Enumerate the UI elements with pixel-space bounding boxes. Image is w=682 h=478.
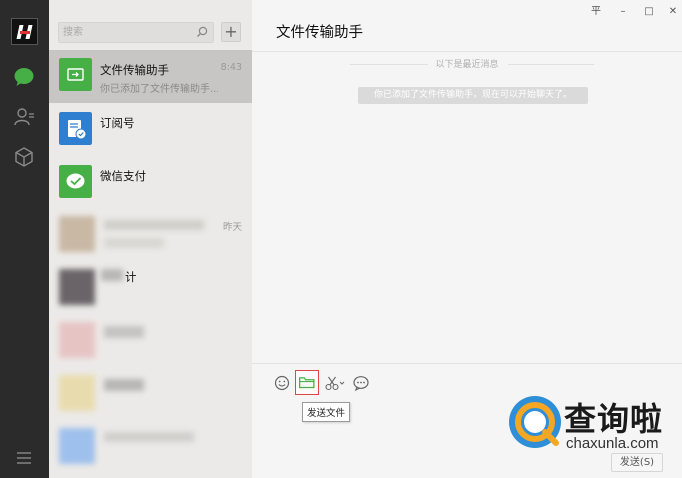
chat-time: 8:43 — [220, 62, 242, 73]
chat-time: 昨天 — [222, 222, 242, 233]
chat-name: 微信支付 — [100, 169, 146, 183]
emoji-icon[interactable] — [273, 374, 291, 392]
file-transfer-icon — [59, 58, 92, 91]
title-bar: 文件传输助手 平 – □ ✕ — [252, 0, 682, 52]
history-divider: 以下是最近消息 — [252, 57, 682, 71]
page-title: 文件传输助手 — [276, 25, 363, 41]
watermark-cn: 查询啦 — [564, 400, 664, 438]
blurred-name — [104, 379, 144, 391]
chat-name: 文件传输助手 — [100, 63, 169, 77]
send-file-tooltip: 发送文件 — [302, 402, 351, 422]
add-button[interactable]: + — [221, 22, 241, 42]
chat-name: 计 — [125, 270, 137, 284]
system-message: 你已添加了文件传输助手，现在可以开始聊天了。 — [358, 87, 588, 104]
subscription-icon — [59, 112, 92, 145]
avatar — [59, 428, 95, 464]
list-item[interactable] — [49, 316, 252, 369]
watermark-logo-icon — [509, 396, 561, 448]
avatar — [59, 269, 95, 305]
close-button[interactable]: ✕ — [665, 5, 681, 19]
maximize-button[interactable]: □ — [641, 5, 657, 19]
avatar — [59, 322, 95, 358]
avatar[interactable] — [11, 18, 38, 45]
list-item[interactable]: 计 — [49, 263, 252, 316]
chat-preview: 你已添加了文件传输助手... — [100, 84, 218, 95]
divider-text: 以下是最近消息 — [435, 60, 499, 70]
avatar — [59, 375, 95, 411]
send-file-button[interactable] — [295, 370, 319, 395]
folder-icon — [299, 377, 315, 389]
list-item[interactable]: 昨天 — [49, 210, 252, 263]
contacts-icon[interactable] — [13, 106, 35, 128]
wechat-pay-icon — [59, 165, 92, 198]
list-item[interactable] — [49, 369, 252, 422]
watermark-en: chaxunla.com — [566, 435, 659, 452]
minimize-button[interactable]: – — [615, 5, 631, 19]
chat-name: 订阅号 — [100, 116, 135, 130]
blurred-preview — [104, 238, 164, 248]
search-icon[interactable] — [196, 26, 208, 38]
screenshot-scissors-icon[interactable] — [324, 374, 346, 392]
blurred-name — [104, 326, 144, 338]
list-item[interactable]: 微信支付 — [49, 157, 252, 210]
watermark: 查询啦 chaxunla.com — [502, 390, 680, 460]
blurred-name — [104, 220, 204, 230]
menu-icon[interactable] — [13, 448, 35, 470]
chat-list: + 文件传输助手 你已添加了文件传输助手... 8:43 订阅号 微信支付 — [49, 0, 252, 478]
chat-icon[interactable] — [13, 66, 35, 88]
blurred-name — [101, 269, 123, 281]
blurred-name — [104, 432, 194, 442]
search-box[interactable] — [58, 22, 214, 43]
list-item[interactable]: 订阅号 — [49, 104, 252, 157]
list-item[interactable] — [49, 422, 252, 475]
search-input[interactable] — [63, 25, 191, 40]
chat-history-icon[interactable] — [352, 374, 370, 392]
list-item[interactable]: 文件传输助手 你已添加了文件传输助手... 8:43 — [49, 50, 252, 103]
favorites-cube-icon[interactable] — [13, 146, 35, 168]
avatar — [59, 216, 95, 252]
pin-button[interactable]: 平 — [588, 5, 604, 19]
nav-sidebar — [0, 0, 49, 478]
